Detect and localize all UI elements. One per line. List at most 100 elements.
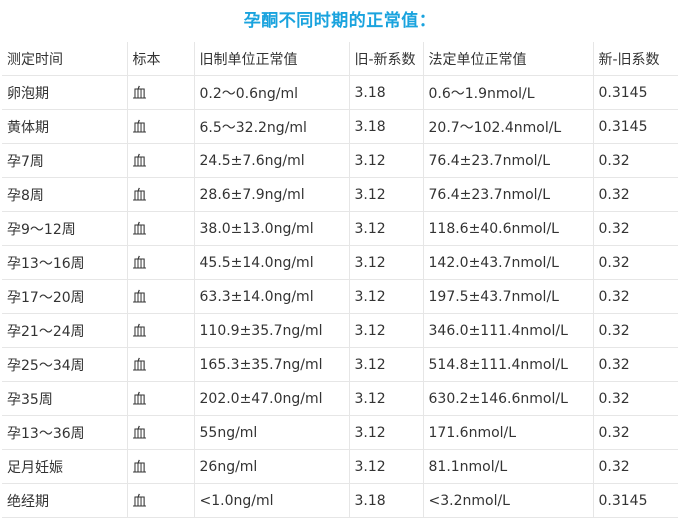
table-cell: 0.32 [593, 415, 678, 450]
table-row: 卵泡期血 0.2～0.6ng/ml 3.18 0.6～1.9nmol/L 0.3145 [2, 75, 678, 110]
table-cell: 3.12 [349, 245, 424, 280]
table-cell: 0.32 [593, 143, 678, 178]
table-cell: 孕9～12周 [2, 211, 128, 246]
table-cell: 3.12 [349, 381, 424, 416]
table-row: 孕8周血 28.6±7.9ng/ml 3.12 76.4±23.7nmol/L 0.32 [2, 177, 678, 212]
table-row: 绝经期血 <1.0ng/ml 3.18 <3.2nmol/L 0.3145 [2, 483, 678, 518]
table-row: 孕9～12周血 38.0±13.0ng/ml 3.12 118.6±40.6nmol/… [2, 211, 678, 246]
table-row: 孕21～24周血 110.9±35.7ng/ml 3.12 346.0±111.4nm… [2, 313, 678, 348]
table-cell: 0.32 [593, 177, 678, 212]
table-row: 孕35周血 202.0±47.0ng/ml 3.12 630.2±146.6nmol/… [2, 381, 678, 416]
table-cell: 孕8周 [2, 177, 128, 212]
header-cell: 法定单位正常值 [423, 42, 594, 76]
table-cell: 3.18 [349, 75, 424, 110]
table-cell: 0.32 [593, 211, 678, 246]
table-cell: 81.1nmol/L [423, 449, 594, 484]
table-cell: 0.6～1.9nmol/L [423, 75, 594, 110]
table-cell: 血 [127, 483, 195, 518]
table-cell: 3.18 [349, 483, 424, 518]
table-cell: 514.8±111.4nmol/L [423, 347, 594, 382]
table-cell: <1.0ng/ml [194, 483, 350, 518]
table-cell: 血 [127, 245, 195, 280]
table-row: 足月妊娠血 26ng/ml 3.12 81.1nmol/L 0.32 [2, 449, 678, 484]
table-cell: 血 [127, 449, 195, 484]
table-cell: 孕35周 [2, 381, 128, 416]
table-cell: 3.12 [349, 415, 424, 450]
table-cell: 血 [127, 211, 195, 246]
table-cell: 足月妊娠 [2, 449, 128, 484]
table-cell: 卵泡期 [2, 75, 128, 110]
table-cell: 76.4±23.7nmol/L [423, 177, 594, 212]
table-cell: 孕25～34周 [2, 347, 128, 382]
header-cell: 旧制单位正常值 [194, 42, 350, 76]
table-title: 孕酮不同时期的正常值： [243, 11, 437, 31]
table-cell: 0.32 [593, 347, 678, 382]
table-cell: 血 [127, 381, 195, 416]
table-cell: 血 [127, 75, 195, 110]
table-row: 孕13～36周血 55ng/ml 3.12 171.6nmol/L 0.32 [2, 415, 678, 450]
table-cell: 0.3145 [593, 109, 678, 144]
table-cell: 3.12 [349, 211, 424, 246]
table-header-row: 测定时间 标本 旧制单位正常值 旧-新系数 法定单位正常值 新-旧系数 [2, 42, 678, 76]
table-cell: 0.3145 [593, 75, 678, 110]
table-body: 测定时间 标本 旧制单位正常值 旧-新系数 法定单位正常值 新-旧系数 卵泡期血… [2, 42, 678, 518]
table-cell: 142.0±43.7nmol/L [423, 245, 594, 280]
table-cell: 孕13～36周 [2, 415, 128, 450]
table-cell: 3.12 [349, 449, 424, 484]
table-cell: 171.6nmol/L [423, 415, 594, 450]
table-cell: 0.32 [593, 449, 678, 484]
table-cell: 3.18 [349, 109, 424, 144]
table-cell: 孕21～24周 [2, 313, 128, 348]
table-cell: 3.12 [349, 143, 424, 178]
header-cell: 旧-新系数 [349, 42, 424, 76]
header-cell: 测定时间 [2, 42, 128, 76]
header-cell: 新-旧系数 [593, 42, 678, 76]
table-cell: 76.4±23.7nmol/L [423, 143, 594, 178]
table-row: 孕13～16周血 45.5±14.0ng/ml 3.12 142.0±43.7nmol… [2, 245, 678, 280]
table-cell: 3.12 [349, 313, 424, 348]
table-cell: 孕7周 [2, 143, 128, 178]
table-cell: 孕17～20周 [2, 279, 128, 314]
table-cell: 血 [127, 279, 195, 314]
table-cell: 26ng/ml [194, 449, 350, 484]
table-cell: 45.5±14.0ng/ml [194, 245, 350, 280]
table-cell: 黄体期 [2, 109, 128, 144]
table-cell: 血 [127, 347, 195, 382]
table-cell: 0.32 [593, 313, 678, 348]
table-row: 孕7周血 24.5±7.6ng/ml 3.12 76.4±23.7nmol/L 0.32 [2, 143, 678, 178]
table-cell: 28.6±7.9ng/ml [194, 177, 350, 212]
table-cell: 63.3±14.0ng/ml [194, 279, 350, 314]
table-cell: 630.2±146.6nmol/L [423, 381, 594, 416]
table-row: 孕25～34周血 165.3±35.7ng/ml 3.12 514.8±111.4nm… [2, 347, 678, 382]
table-cell: 血 [127, 177, 195, 212]
table-cell: 孕13～16周 [2, 245, 128, 280]
table-row: 黄体期血 6.5～32.2ng/ml 3.18 20.7～102.4nmol/L 0.3… [2, 109, 678, 144]
table-cell: 202.0±47.0ng/ml [194, 381, 350, 416]
table-cell: 血 [127, 109, 195, 144]
header-cell: 标本 [127, 42, 195, 76]
table-cell: 0.3145 [593, 483, 678, 518]
table-cell: 血 [127, 313, 195, 348]
table-cell: 血 [127, 143, 195, 178]
table-cell: 20.7～102.4nmol/L [423, 109, 594, 144]
table-cell: 3.12 [349, 279, 424, 314]
table-row: 孕17～20周血 63.3±14.0ng/ml 3.12 197.5±43.7nmol… [2, 279, 678, 314]
table-cell: <3.2nmol/L [423, 483, 594, 518]
table-cell: 6.5～32.2ng/ml [194, 109, 350, 144]
table-cell: 血 [127, 415, 195, 450]
table-cell: 165.3±35.7ng/ml [194, 347, 350, 382]
table-cell: 绝经期 [2, 483, 128, 518]
table-cell: 55ng/ml [194, 415, 350, 450]
table-cell: 3.12 [349, 177, 424, 212]
table-cell: 0.32 [593, 381, 678, 416]
table-cell: 118.6±40.6nmol/L [423, 211, 594, 246]
table-cell: 38.0±13.0ng/ml [194, 211, 350, 246]
table-cell: 24.5±7.6ng/ml [194, 143, 350, 178]
table-cell: 197.5±43.7nmol/L [423, 279, 594, 314]
table-cell: 0.32 [593, 245, 678, 280]
table-cell: 346.0±111.4nmol/L [423, 313, 594, 348]
table-cell: 3.12 [349, 347, 424, 382]
progesterone-table: 测定时间 标本 旧制单位正常值 旧-新系数 法定单位正常值 新-旧系数 卵泡期血… [2, 42, 678, 518]
table-cell: 0.2～0.6ng/ml [194, 75, 350, 110]
table-cell: 0.32 [593, 279, 678, 314]
